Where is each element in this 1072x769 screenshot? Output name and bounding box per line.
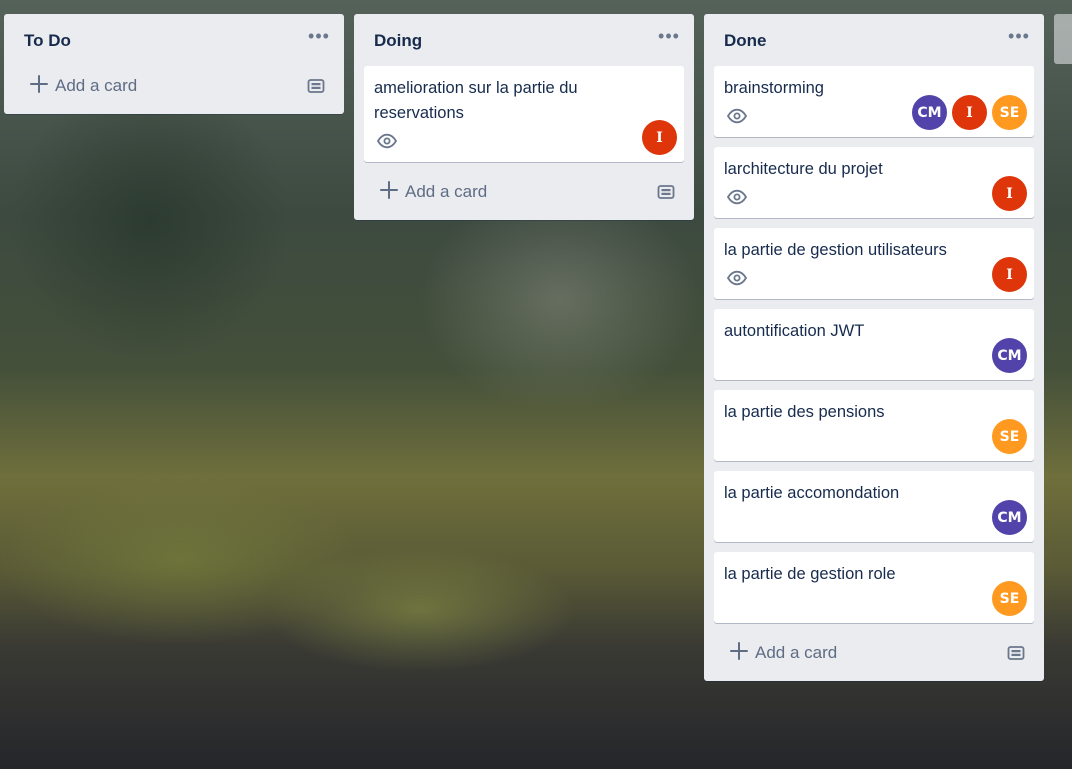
plus-icon: [730, 642, 748, 660]
add-card-button[interactable]: Add a card: [8, 66, 340, 110]
avatar[interactable]: I: [992, 257, 1027, 292]
list-title[interactable]: To Do: [24, 31, 71, 51]
avatar[interactable]: CM: [992, 338, 1027, 373]
list-header: Done •••: [704, 14, 1044, 66]
card[interactable]: la partie de gestion role SE: [714, 552, 1034, 623]
avatar[interactable]: CM: [912, 95, 947, 130]
board-canvas: To Do ••• Add a card Doing ••• ameliorat…: [0, 0, 1072, 769]
card-title: larchitecture du projet: [724, 160, 883, 178]
card-badges: CM: [724, 500, 1027, 535]
card-members: I: [992, 257, 1027, 292]
card-members: SE: [992, 581, 1027, 616]
card-title: la partie accomondation: [724, 484, 900, 502]
avatar[interactable]: I: [952, 95, 987, 130]
card-title: la partie de gestion utilisateurs: [724, 241, 947, 259]
card-title: autontification JWT: [724, 322, 865, 340]
card-badges: CM: [724, 338, 1027, 373]
add-card-label: Add a card: [755, 643, 838, 662]
card[interactable]: la partie de gestion utilisateurs I: [714, 228, 1034, 299]
ellipsis-icon[interactable]: •••: [306, 26, 332, 46]
list-header: Doing •••: [354, 14, 694, 66]
add-card-label: Add a card: [55, 76, 138, 95]
card-title: la partie des pensions: [724, 403, 885, 421]
ellipsis-icon[interactable]: •••: [1006, 26, 1032, 46]
card-members: SE: [992, 419, 1027, 454]
list-doing: Doing ••• amelioration sur la partie du …: [354, 14, 694, 220]
avatar[interactable]: SE: [992, 581, 1027, 616]
list-done: Done ••• brainstorming CM I SE larchitecture…: [704, 14, 1044, 681]
plus-icon: [380, 181, 398, 199]
card-badges: SE: [724, 419, 1027, 454]
avatar[interactable]: SE: [992, 95, 1027, 130]
add-card-button[interactable]: Add a card: [358, 172, 690, 216]
card-list: brainstorming CM I SE larchitecture du proje…: [704, 66, 1044, 623]
card-template-icon[interactable]: [307, 77, 325, 95]
card-badges: I: [724, 176, 1027, 211]
card[interactable]: autontification JWT CM: [714, 309, 1034, 380]
card-members: CM I SE: [912, 95, 1027, 130]
next-list-edge[interactable]: [1054, 14, 1072, 64]
card-title: amelioration sur la partie du reservatio…: [374, 79, 578, 122]
add-card-button[interactable]: Add a card: [708, 633, 1040, 677]
card-members: I: [992, 176, 1027, 211]
list-title[interactable]: Done: [724, 31, 767, 51]
card-template-icon[interactable]: [1007, 644, 1025, 662]
card-badges: CM I SE: [724, 95, 1027, 130]
card-list: amelioration sur la partie du reservatio…: [354, 66, 694, 162]
card[interactable]: la partie accomondation CM: [714, 471, 1034, 542]
avatar[interactable]: I: [642, 120, 677, 155]
eye-icon: [726, 108, 748, 124]
avatar[interactable]: SE: [992, 419, 1027, 454]
add-card-label: Add a card: [405, 182, 488, 201]
card[interactable]: la partie des pensions SE: [714, 390, 1034, 461]
card[interactable]: amelioration sur la partie du reservatio…: [364, 66, 684, 162]
plus-icon: [30, 75, 48, 93]
eye-icon: [726, 189, 748, 205]
card-title: la partie de gestion role: [724, 565, 896, 583]
list-to-do: To Do ••• Add a card: [4, 14, 344, 114]
card-members: CM: [992, 338, 1027, 373]
ellipsis-icon[interactable]: •••: [656, 26, 682, 46]
card[interactable]: brainstorming CM I SE: [714, 66, 1034, 137]
card-template-icon[interactable]: [657, 183, 675, 201]
card-members: I: [642, 120, 677, 155]
card-badges: I: [374, 120, 677, 155]
avatar[interactable]: CM: [992, 500, 1027, 535]
card[interactable]: larchitecture du projet I: [714, 147, 1034, 218]
list-title[interactable]: Doing: [374, 31, 422, 51]
card-members: CM: [992, 500, 1027, 535]
eye-icon: [376, 133, 398, 149]
avatar[interactable]: I: [992, 176, 1027, 211]
list-header: To Do •••: [4, 14, 344, 66]
card-badges: SE: [724, 581, 1027, 616]
card-badges: I: [724, 257, 1027, 292]
eye-icon: [726, 270, 748, 286]
